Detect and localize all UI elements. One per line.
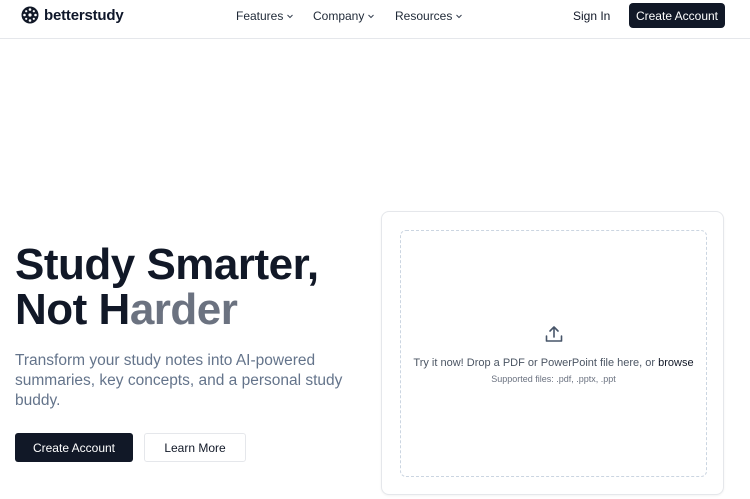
supported-file-types: Supported files: .pdf, .pptx, .ppt <box>491 374 616 384</box>
dropzone-prompt: Try it now! Drop a PDF or PowerPoint fil… <box>401 357 706 369</box>
hero-title: Study Smarter, Not Harder <box>15 242 319 332</box>
learn-more-button[interactable]: Learn More <box>144 433 246 462</box>
upload-icon <box>545 326 563 342</box>
header-create-account-button[interactable]: Create Account <box>629 3 725 28</box>
upload-card: Try it now! Drop a PDF or PowerPoint fil… <box>381 211 724 495</box>
nav-features-label: Features <box>236 9 284 23</box>
chevron-down-icon <box>287 14 294 19</box>
nav-resources[interactable]: Resources <box>395 9 463 23</box>
hero-title-line-2-start: Not H <box>15 285 130 334</box>
hero-title-line-2: Not Harder <box>15 287 319 332</box>
chevron-down-icon <box>368 14 375 19</box>
nav-company[interactable]: Company <box>313 9 375 23</box>
browse-link[interactable]: browse <box>658 357 693 369</box>
nav-company-label: Company <box>313 9 365 23</box>
chevron-down-icon <box>456 14 463 19</box>
nav-features[interactable]: Features <box>236 9 294 23</box>
hero-subtitle: Transform your study notes into AI-power… <box>15 352 343 409</box>
hero-title-line-1: Study Smarter, <box>15 240 319 289</box>
nav-resources-label: Resources <box>395 9 453 23</box>
hero-title-line-2-faded: arder <box>129 285 238 334</box>
sign-in-link[interactable]: Sign In <box>573 9 610 23</box>
hero-create-account-button[interactable]: Create Account <box>15 433 133 462</box>
dropzone-prompt-text: Try it now! Drop a PDF or PowerPoint fil… <box>413 357 659 369</box>
top-navbar: betterstudy Features Company Resources S… <box>0 0 750 39</box>
file-dropzone[interactable]: Try it now! Drop a PDF or PowerPoint fil… <box>400 230 707 477</box>
